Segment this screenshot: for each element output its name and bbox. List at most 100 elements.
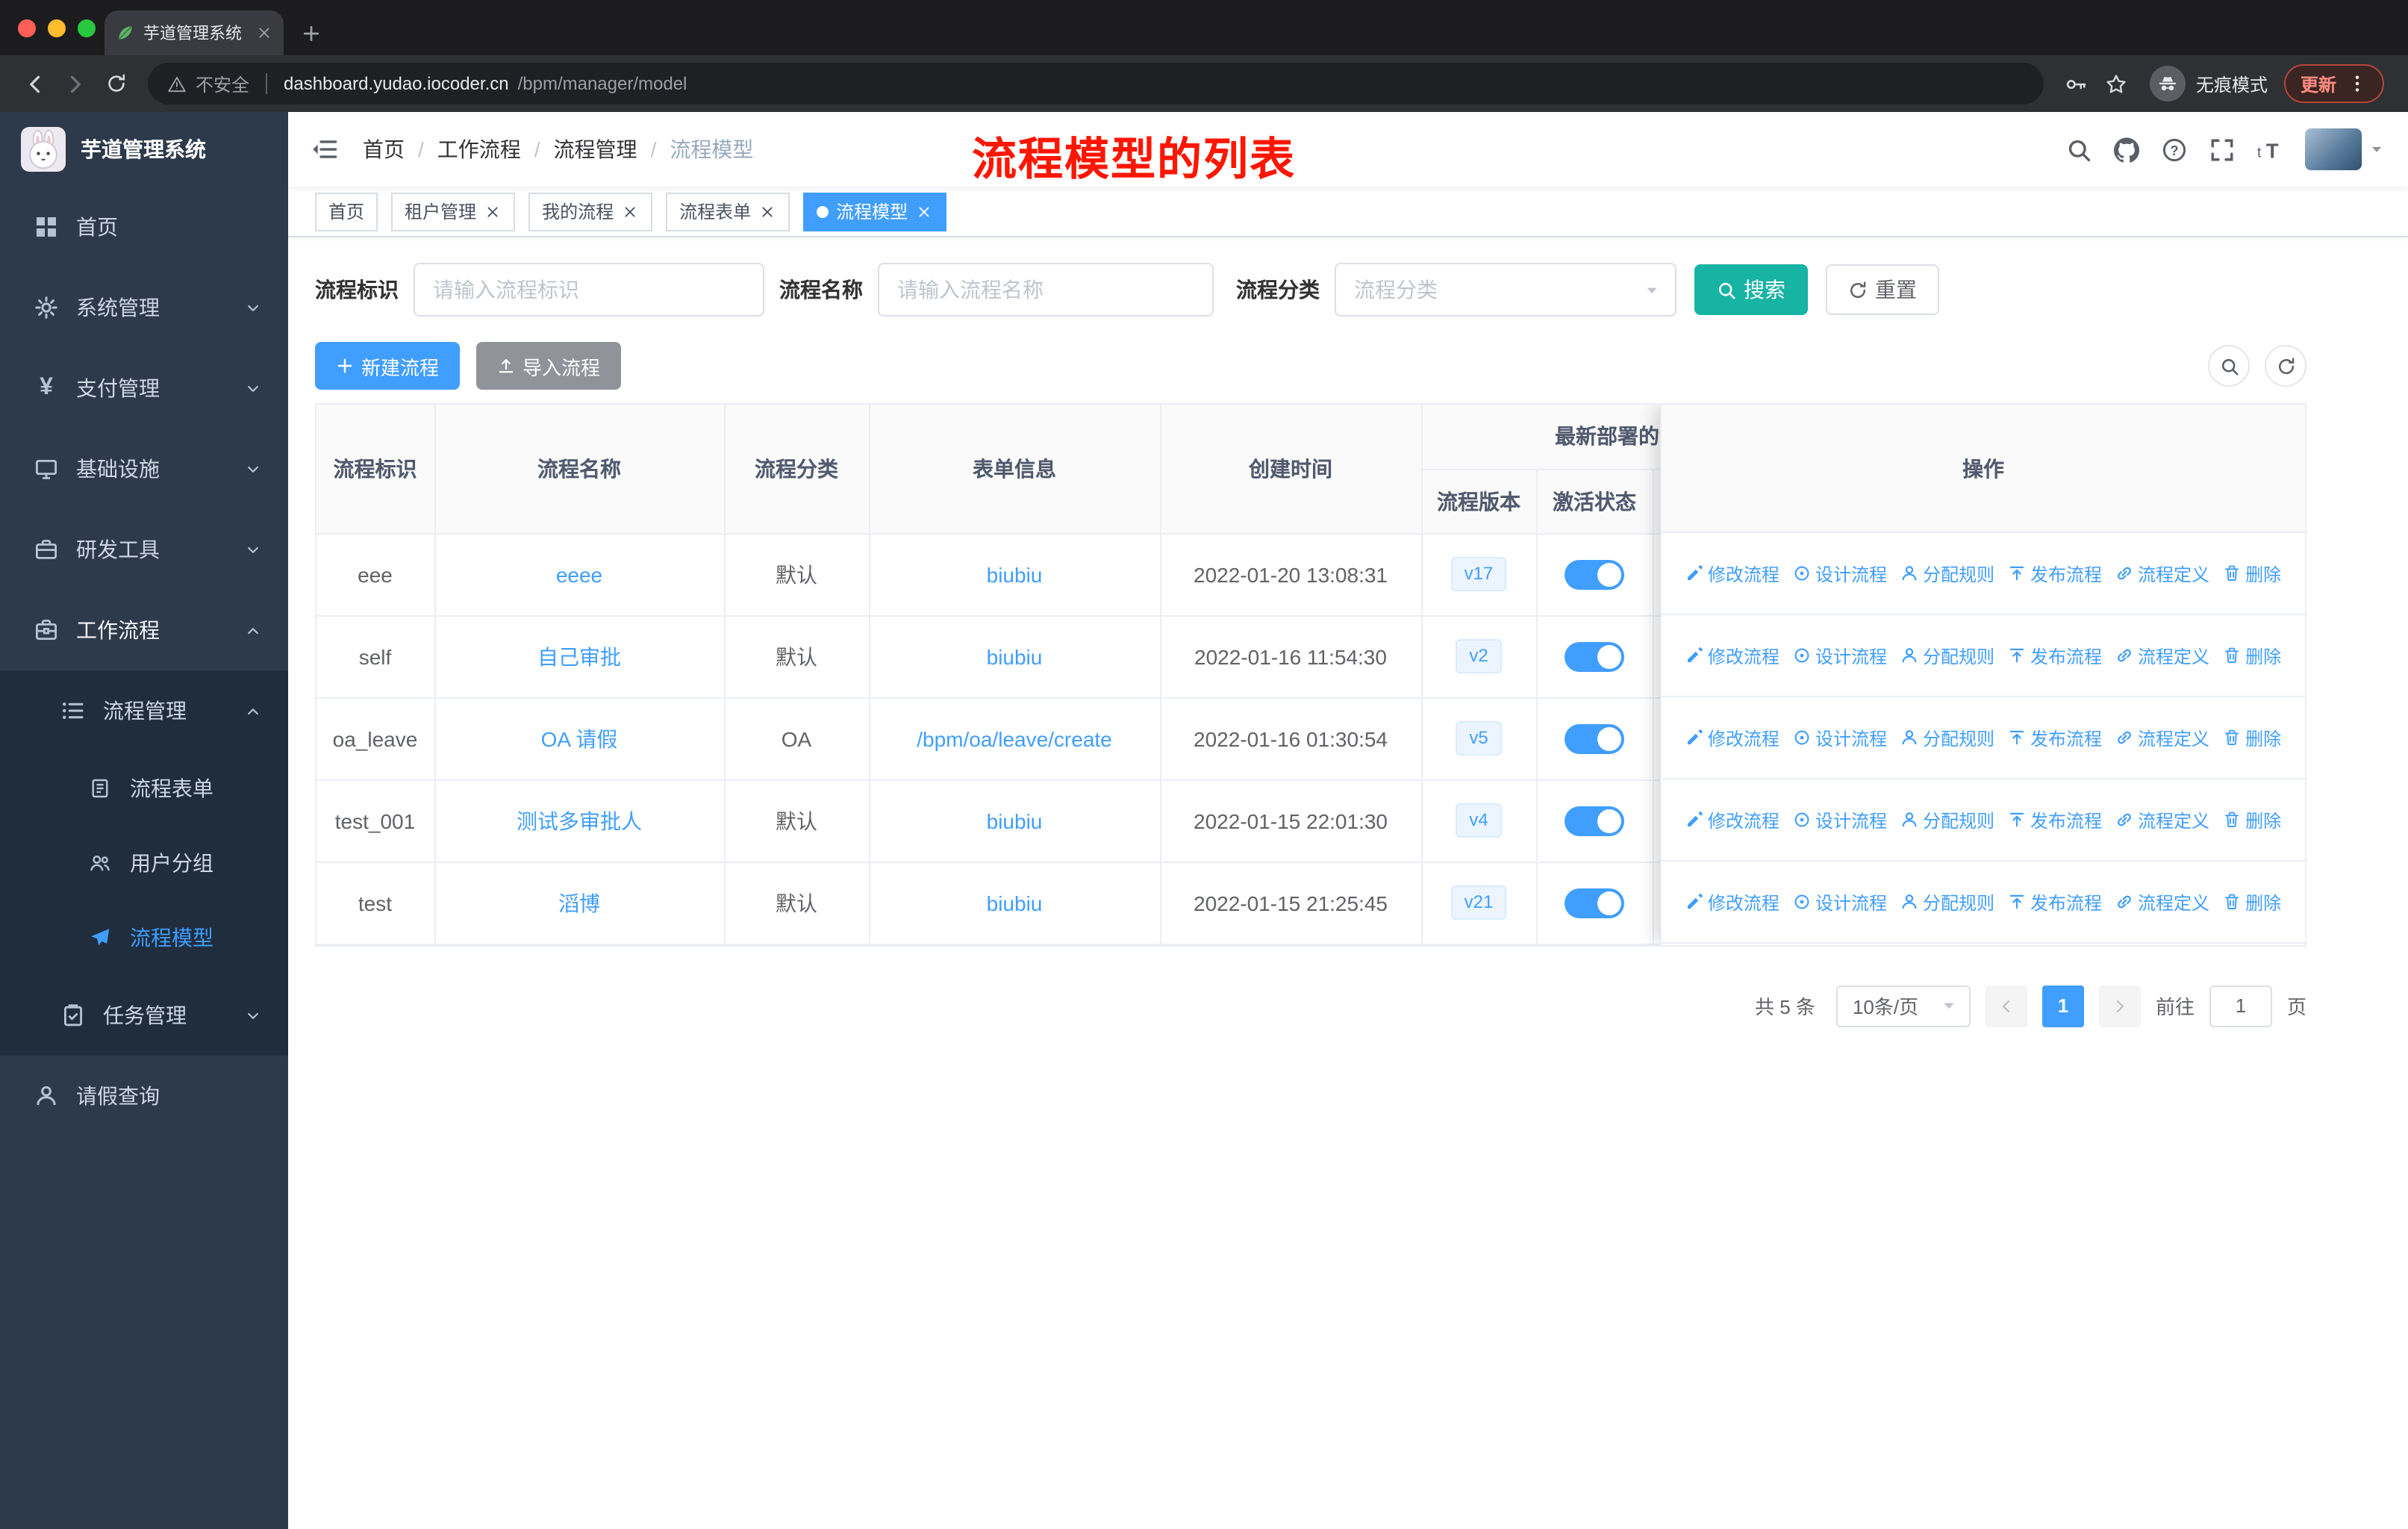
process-name-link[interactable]: 自己审批 xyxy=(537,644,621,668)
form-info-link[interactable]: /bpm/oa/leave/create xyxy=(917,726,1112,750)
action-delete-link[interactable]: 删除 xyxy=(2223,561,2281,586)
action-edit-link[interactable]: 修改流程 xyxy=(1685,643,1780,668)
action-assign-link[interactable]: 分配规则 xyxy=(1900,561,1994,586)
sidebar-item-leave-query[interactable]: 请假查询 xyxy=(0,1056,288,1136)
page-size-select[interactable]: 10条/页 xyxy=(1835,985,1971,1027)
fontsize-icon[interactable]: tT xyxy=(2257,137,2283,162)
bookmark-star-icon[interactable] xyxy=(2096,63,2136,104)
window-minimize-button[interactable] xyxy=(48,19,66,37)
address-bar[interactable]: 不安全 dashboard.yudao.iocoder.cn/bpm/manag… xyxy=(148,63,2044,105)
active-status-toggle[interactable] xyxy=(1565,806,1624,835)
action-design-link[interactable]: 设计流程 xyxy=(1793,561,1887,586)
help-icon[interactable]: ? xyxy=(2162,137,2187,162)
goto-page-input[interactable] xyxy=(2209,985,2272,1027)
breadcrumb-home[interactable]: 首页 xyxy=(363,134,405,164)
action-edit-link[interactable]: 修改流程 xyxy=(1685,725,1780,750)
action-definition-link[interactable]: 流程定义 xyxy=(2115,889,2209,915)
action-assign-link[interactable]: 分配规则 xyxy=(1900,889,1994,915)
action-definition-link[interactable]: 流程定义 xyxy=(2115,807,2209,832)
close-icon[interactable] xyxy=(484,202,502,220)
action-delete-link[interactable]: 删除 xyxy=(2223,807,2281,832)
reset-button[interactable]: 重置 xyxy=(1826,264,1939,315)
forward-button[interactable] xyxy=(55,63,96,104)
sidebar-item-dev-tools[interactable]: 研发工具 xyxy=(0,509,288,590)
process-name-link[interactable]: 滔博 xyxy=(558,891,600,915)
sidebar-item-task-management[interactable]: 任务管理 xyxy=(0,975,288,1056)
close-icon[interactable] xyxy=(915,202,933,220)
action-publish-link[interactable]: 发布流程 xyxy=(2008,643,2102,668)
window-close-button[interactable] xyxy=(18,19,36,37)
next-page-button[interactable] xyxy=(2098,985,2141,1027)
process-name-link[interactable]: 测试多审批人 xyxy=(517,809,642,832)
action-edit-link[interactable]: 修改流程 xyxy=(1685,807,1780,832)
sidebar-item-workflow[interactable]: 工作流程 xyxy=(0,590,288,670)
new-tab-button[interactable] xyxy=(302,24,321,43)
action-definition-link[interactable]: 流程定义 xyxy=(2115,561,2209,586)
import-process-button[interactable]: 导入流程 xyxy=(476,342,622,390)
close-icon[interactable] xyxy=(758,202,776,220)
search-button[interactable]: 搜索 xyxy=(1694,264,1808,315)
action-design-link[interactable]: 设计流程 xyxy=(1793,807,1887,832)
action-edit-link[interactable]: 修改流程 xyxy=(1685,889,1780,915)
action-delete-link[interactable]: 删除 xyxy=(2223,889,2281,915)
tab-tenant-management[interactable]: 租户管理 xyxy=(391,192,516,231)
process-name-link[interactable]: eeee xyxy=(556,562,602,586)
process-name-input[interactable] xyxy=(878,263,1214,317)
tab-process-form[interactable]: 流程表单 xyxy=(666,192,790,231)
process-key-input[interactable] xyxy=(414,263,764,317)
form-info-link[interactable]: biubiu xyxy=(987,644,1043,668)
tab-my-process[interactable]: 我的流程 xyxy=(528,192,653,231)
prev-page-button[interactable] xyxy=(1985,985,2027,1027)
process-name-link[interactable]: OA 请假 xyxy=(541,726,618,750)
action-publish-link[interactable]: 发布流程 xyxy=(2008,807,2102,832)
refresh-table-button[interactable] xyxy=(2265,345,2306,387)
toggle-search-button[interactable] xyxy=(2208,345,2250,387)
sidebar-item-process-management[interactable]: 流程管理 xyxy=(0,670,288,751)
form-info-link[interactable]: biubiu xyxy=(987,562,1043,586)
sidebar-item-infrastructure[interactable]: 基础设施 xyxy=(0,429,288,509)
active-status-toggle[interactable] xyxy=(1565,559,1624,589)
create-process-button[interactable]: 新建流程 xyxy=(315,342,461,390)
action-definition-link[interactable]: 流程定义 xyxy=(2115,725,2209,750)
action-assign-link[interactable]: 分配规则 xyxy=(1900,643,1994,668)
browser-tab[interactable]: 芋道管理系统 xyxy=(105,10,284,55)
action-design-link[interactable]: 设计流程 xyxy=(1793,643,1887,668)
sidebar-item-home[interactable]: 首页 xyxy=(0,187,288,267)
incognito-indicator[interactable]: 无痕模式 xyxy=(2149,66,2268,102)
user-menu[interactable] xyxy=(2305,128,2384,170)
browser-update-button[interactable]: 更新 xyxy=(2283,64,2384,103)
password-key-icon[interactable] xyxy=(2056,63,2096,104)
active-status-toggle[interactable] xyxy=(1565,723,1624,753)
tab-process-model[interactable]: 流程模型 xyxy=(803,192,947,231)
fullscreen-icon[interactable] xyxy=(2209,137,2235,162)
action-delete-link[interactable]: 删除 xyxy=(2223,725,2281,750)
sidebar-item-system-management[interactable]: 系统管理 xyxy=(0,267,288,348)
action-delete-link[interactable]: 删除 xyxy=(2223,643,2281,668)
action-edit-link[interactable]: 修改流程 xyxy=(1685,561,1780,586)
action-design-link[interactable]: 设计流程 xyxy=(1793,889,1887,915)
sidebar-item-user-group[interactable]: 用户分组 xyxy=(0,826,288,900)
tab-close-icon[interactable] xyxy=(257,25,272,40)
reload-button[interactable] xyxy=(96,63,136,104)
category-select[interactable]: 流程分类 xyxy=(1335,263,1676,317)
breadcrumb-workflow[interactable]: 工作流程 xyxy=(437,134,521,164)
search-icon[interactable] xyxy=(2066,137,2092,162)
current-page[interactable]: 1 xyxy=(2042,985,2084,1027)
action-publish-link[interactable]: 发布流程 xyxy=(2008,561,2102,586)
sidebar-toggle-icon[interactable] xyxy=(312,136,339,163)
active-status-toggle[interactable] xyxy=(1565,641,1624,671)
close-icon[interactable] xyxy=(621,202,639,220)
action-publish-link[interactable]: 发布流程 xyxy=(2008,889,2102,915)
action-assign-link[interactable]: 分配规则 xyxy=(1900,807,1994,832)
active-status-toggle[interactable] xyxy=(1565,888,1624,918)
breadcrumb-process-management[interactable]: 流程管理 xyxy=(554,134,637,164)
back-button[interactable] xyxy=(15,63,55,104)
action-design-link[interactable]: 设计流程 xyxy=(1793,725,1887,750)
action-definition-link[interactable]: 流程定义 xyxy=(2115,643,2209,668)
tab-home[interactable]: 首页 xyxy=(315,192,378,231)
form-info-link[interactable]: biubiu xyxy=(987,891,1043,915)
action-publish-link[interactable]: 发布流程 xyxy=(2008,725,2102,750)
sidebar-item-process-form[interactable]: 流程表单 xyxy=(0,751,288,826)
sidebar-item-payment-management[interactable]: ¥ 支付管理 xyxy=(0,348,288,429)
form-info-link[interactable]: biubiu xyxy=(987,809,1043,832)
